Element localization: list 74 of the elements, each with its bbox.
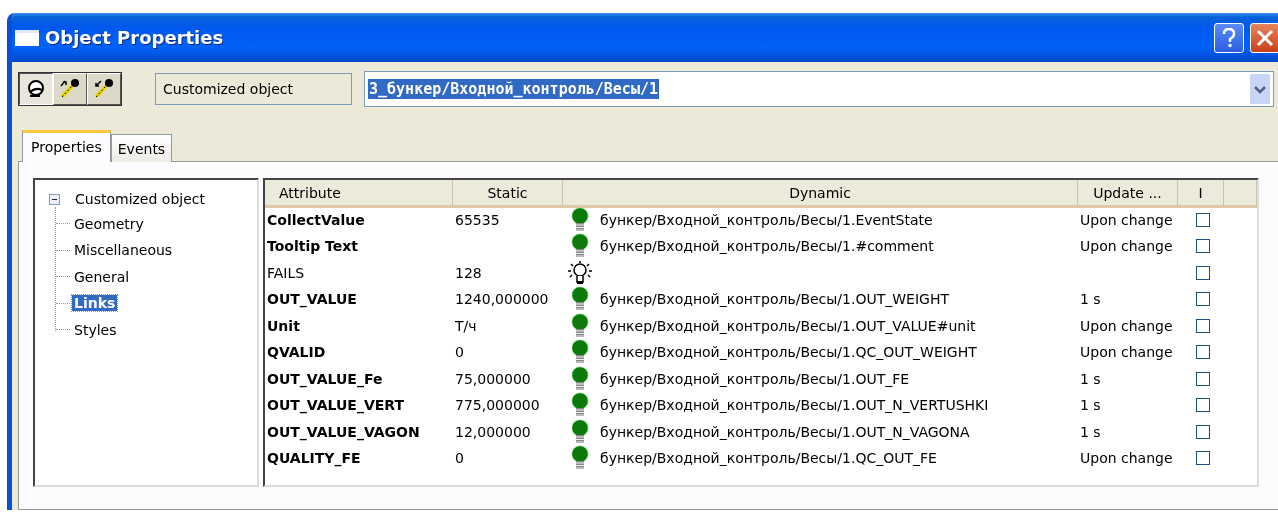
static-value-cell-text: 75,000000 (454, 369, 532, 389)
static-value-cell-text: 128 (454, 263, 483, 283)
update-mode-cell-text: Upon change (1079, 316, 1174, 336)
tree-item[interactable]: Styles (72, 321, 119, 338)
close-icon (1256, 28, 1274, 47)
column-header[interactable]: Dynamic (563, 180, 1078, 208)
update-mode-cell-text: 1 s (1079, 396, 1102, 416)
object-path-combo[interactable]: 3_бункер/Входной_контроль/Весы/1 (364, 71, 1274, 107)
static-value-cell-text: 65535 (454, 210, 501, 230)
update-mode-cell-text: Upon change (1079, 210, 1174, 230)
static-value-cell-text: 12,000000 (454, 422, 532, 442)
attribute-cell-text: Unit (266, 316, 301, 336)
dynamic-link-cell: бункер/Входной_контроль/Весы/1.OUT_N_VERTUSHKI (600, 397, 989, 414)
dynamic-link-cell: бункер/Входной_контроль/Весы/1.#comment (600, 238, 934, 255)
column-header[interactable]: Attribute (265, 180, 453, 208)
toolbar-button[interactable] (19, 73, 53, 105)
tree-item[interactable]: Miscellaneous (72, 242, 175, 259)
checkbox[interactable] (1196, 345, 1210, 360)
attribute-cell-text: QVALID (266, 343, 327, 363)
column-header[interactable]: Update ... (1078, 180, 1178, 208)
checkbox[interactable] (1196, 239, 1210, 254)
dynamic-link-cell: бункер/Входной_контроль/Весы/1.OUT_VALUE#unit (600, 317, 976, 334)
window-title: Object Properties (45, 27, 225, 48)
checkbox[interactable] (1196, 424, 1210, 439)
help-icon (1222, 27, 1236, 48)
dynamic-link-cell: бункер/Входной_контроль/Весы/1.QC_OUT_FE (600, 450, 937, 467)
dynamic-link-cell: бункер/Входной_контроль/Весы/1.OUT_N_VAGONA (600, 423, 970, 440)
checkbox[interactable] (1196, 451, 1210, 466)
attribute-cell-text: OUT_VALUE_Fe (266, 369, 384, 390)
tab[interactable]: Events (110, 134, 173, 162)
tree-item[interactable]: Geometry (72, 215, 146, 232)
dropdown-arrow-icon[interactable] (1250, 74, 1270, 104)
attribute-cell-text: OUT_VALUE (266, 290, 358, 310)
static-value-cell-text: 775,000000 (454, 396, 541, 416)
tree-item[interactable]: Links (72, 295, 118, 312)
dynamic-link-cell: бункер/Входной_контроль/Весы/1.OUT_WEIGHT (600, 291, 949, 308)
dynamic-link-cell: бункер/Входной_контроль/Весы/1.QC_OUT_WEIGHT (600, 344, 977, 361)
attribute-cell-text: FAILS (266, 263, 306, 283)
help-button[interactable] (1214, 22, 1244, 53)
checkbox[interactable] (1196, 318, 1210, 333)
static-value-cell-text: 0 (454, 343, 465, 363)
update-mode-cell-text: 1 s (1079, 369, 1102, 389)
update-mode-cell-text: Upon change (1079, 343, 1174, 363)
static-value-cell-text: 0 (454, 449, 465, 469)
collapse-icon[interactable] (49, 193, 60, 205)
attribute-cell-text: OUT_VALUE_VERT (266, 396, 405, 416)
eyedropper-icon (93, 78, 115, 100)
update-mode-cell-text: 1 s (1079, 422, 1102, 442)
checkbox[interactable] (1196, 398, 1210, 413)
static-value-cell-text: 1240,000000 (454, 290, 550, 310)
window-icon (15, 29, 39, 46)
tab[interactable]: Properties (22, 130, 111, 162)
tree-item[interactable]: Customized object (73, 191, 207, 208)
dynamic-link-cell: бункер/Входной_контроль/Весы/1.OUT_FE (600, 370, 910, 387)
attribute-cell-text: OUT_VALUE_VAGON (266, 422, 421, 443)
dynamic-link-cell: бункер/Входной_контроль/Весы/1.EventState (600, 211, 933, 228)
column-header[interactable]: I (1178, 180, 1224, 208)
static-value-cell-text: Т/ч (454, 316, 478, 336)
attribute-cell-text: Tooltip Text (266, 237, 360, 257)
update-mode-cell-text: Upon change (1079, 237, 1174, 257)
close-button[interactable] (1250, 22, 1278, 53)
eyedropper-icon (59, 78, 81, 100)
object-type-label: Customized object (155, 73, 352, 105)
update-mode-cell-text: 1 s (1079, 290, 1102, 310)
sphere-icon (26, 79, 46, 99)
attribute-cell-text: CollectValue (266, 210, 366, 230)
column-header[interactable]: Static (453, 180, 563, 208)
checkbox[interactable] (1196, 371, 1210, 386)
attribute-cell-text: QUALITY_FE (266, 449, 362, 469)
checkbox[interactable] (1196, 265, 1210, 280)
checkbox[interactable] (1196, 292, 1210, 307)
tree-item[interactable]: General (72, 268, 132, 285)
update-mode-cell-text: Upon change (1079, 449, 1174, 469)
checkbox[interactable] (1196, 212, 1210, 227)
